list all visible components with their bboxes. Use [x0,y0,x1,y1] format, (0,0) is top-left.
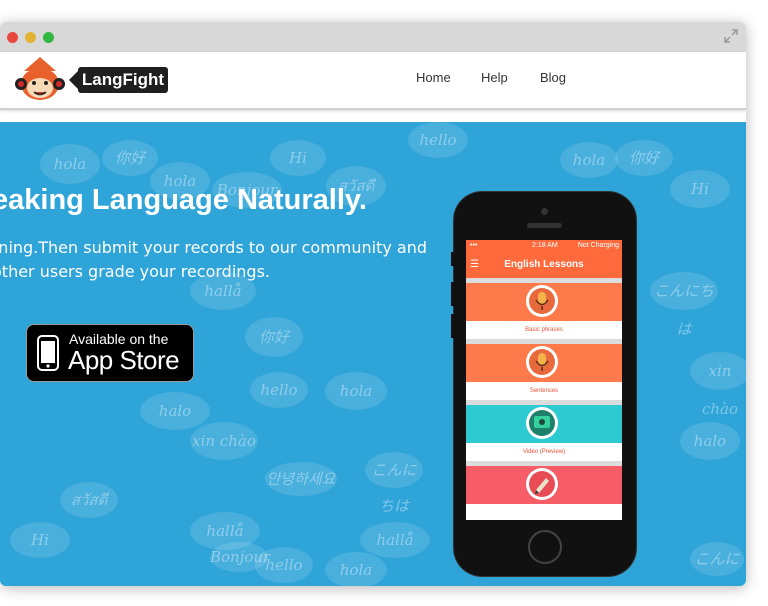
lesson-card-banner [466,344,622,382]
close-window-button[interactable] [7,32,18,43]
hero-subtitle-line-2: other users grade your recordings. [0,262,270,281]
background-word-bubble: hallå [360,522,430,558]
mascot-logo-icon[interactable] [10,55,70,105]
video-icon [526,407,558,439]
background-word-bubble: hola [40,144,100,184]
hero-title: eaking Language Naturally. [0,184,367,216]
lesson-label: Basic phrases [466,321,622,339]
phone-side-button [451,282,454,306]
app-store-big-text: App Store [68,345,180,375]
microphone-icon [526,285,558,317]
lesson-label: Video (Preview) [466,443,622,461]
background-word-bubble: สวัสดี [60,482,118,518]
nav-link-help[interactable]: Help [481,70,508,85]
background-word-bubble: xin chào [690,352,746,418]
background-word-bubble: hola [560,142,618,178]
background-word-bubble: Bonjour [210,542,270,572]
phone-camera [541,208,548,215]
background-word-bubble: xin chào [190,422,258,460]
app-store-button[interactable]: Available on the App Store [26,324,194,382]
window-titlebar [0,22,746,53]
pencil-icon [526,468,558,500]
lesson-card-banner [466,466,622,504]
zoom-window-button[interactable] [43,32,54,43]
phone-home-button [528,530,562,564]
app-title: English Lessons [504,259,584,270]
phone-speaker [527,223,562,228]
lesson-label [466,504,622,520]
hero-subtitle: rning.Then submit your records to our co… [0,236,427,284]
background-word-bubble: こんにちは [365,452,423,515]
background-word-bubble: 你好 [245,317,303,357]
background-word-bubble: hello [250,372,308,408]
hero-subtitle-line-1: rning.Then submit your records to our co… [0,238,428,257]
hamburger-menu-icon[interactable]: ☰ [470,252,479,278]
background-word-bubble: 你好 [102,140,158,176]
phone-screen: ••• 2:18 AM Not Charging ☰ English Lesso… [466,240,622,520]
app-header: ☰ English Lessons [466,252,622,278]
phone-side-button [451,252,454,266]
background-word-bubble: Hi [270,140,326,176]
browser-window: LangFight Home Help Blog hola 你好 hola Bonjo… [0,22,746,586]
background-word-bubble: hola [325,552,387,586]
nav-link-home[interactable]: Home [416,70,451,85]
background-word-bubble: Hi [10,522,70,558]
microphone-icon [526,346,558,378]
logo-text[interactable]: LangFight [69,67,168,93]
lesson-label: Sentences [466,382,622,400]
nav-link-blog[interactable]: Blog [540,70,566,85]
lesson-card[interactable]: Sentences [466,344,622,400]
background-word-bubble: halo [680,422,740,460]
lesson-card-banner [466,283,622,321]
status-charge: Not Charging [577,242,619,249]
phone-side-button [451,314,454,338]
iphone-icon [37,335,59,371]
background-word-bubble: Hi [670,170,730,208]
expand-icon[interactable] [724,29,738,43]
background-word-bubble: halo [140,392,210,430]
lesson-card[interactable]: Basic phrases [466,283,622,339]
hero-section: hola 你好 hola Bonjour Hi สวัสดี hello hola 你好 Hi こん… [0,122,746,586]
background-word-bubble: こんにちは [650,272,718,338]
phone-mockup: ••• 2:18 AM Not Charging ☰ English Lesso… [451,192,636,576]
background-word-bubble: 你好 [615,140,673,176]
minimize-window-button[interactable] [25,32,36,43]
status-time: 2:18 AM [532,242,558,249]
lesson-card-banner [466,405,622,443]
background-word-bubble: hola [325,372,387,410]
background-word-bubble: hello [408,122,468,158]
lesson-card[interactable] [466,466,622,520]
background-word-bubble: 안녕하세요 [265,462,337,496]
site-navbar: LangFight Home Help Blog [0,52,746,110]
phone-status-bar: ••• 2:18 AM Not Charging [466,240,622,252]
lesson-card[interactable]: Video (Preview) [466,405,622,461]
wifi-icon: ••• [470,242,478,249]
background-word-bubble: こんにちは [690,542,744,586]
